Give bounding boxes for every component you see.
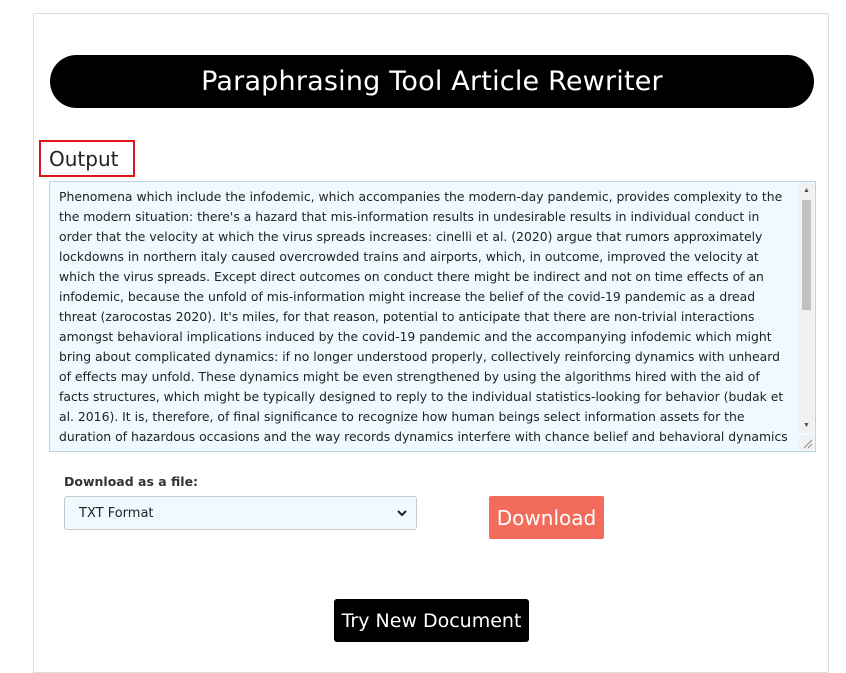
scroll-up-arrow-icon[interactable]: ▲ xyxy=(799,183,814,198)
format-select[interactable]: TXT Format xyxy=(64,496,417,530)
vertical-scrollbar[interactable]: ▲ ▼ xyxy=(799,183,814,433)
page-title: Paraphrasing Tool Article Rewriter xyxy=(50,55,814,108)
output-text[interactable]: Phenomena which include the infodemic, w… xyxy=(59,187,789,447)
download-format-label: Download as a file: xyxy=(64,474,199,489)
chevron-down-icon xyxy=(396,507,408,519)
format-select-value: TXT Format xyxy=(79,505,154,521)
try-new-document-button[interactable]: Try New Document xyxy=(334,599,529,642)
scroll-down-arrow-icon[interactable]: ▼ xyxy=(799,418,814,433)
output-label: Output xyxy=(39,140,135,177)
scrollbar-thumb[interactable] xyxy=(802,200,811,310)
resize-grip-icon[interactable] xyxy=(799,435,814,450)
output-textarea[interactable]: Phenomena which include the infodemic, w… xyxy=(49,181,816,452)
download-button[interactable]: Download xyxy=(489,496,604,539)
